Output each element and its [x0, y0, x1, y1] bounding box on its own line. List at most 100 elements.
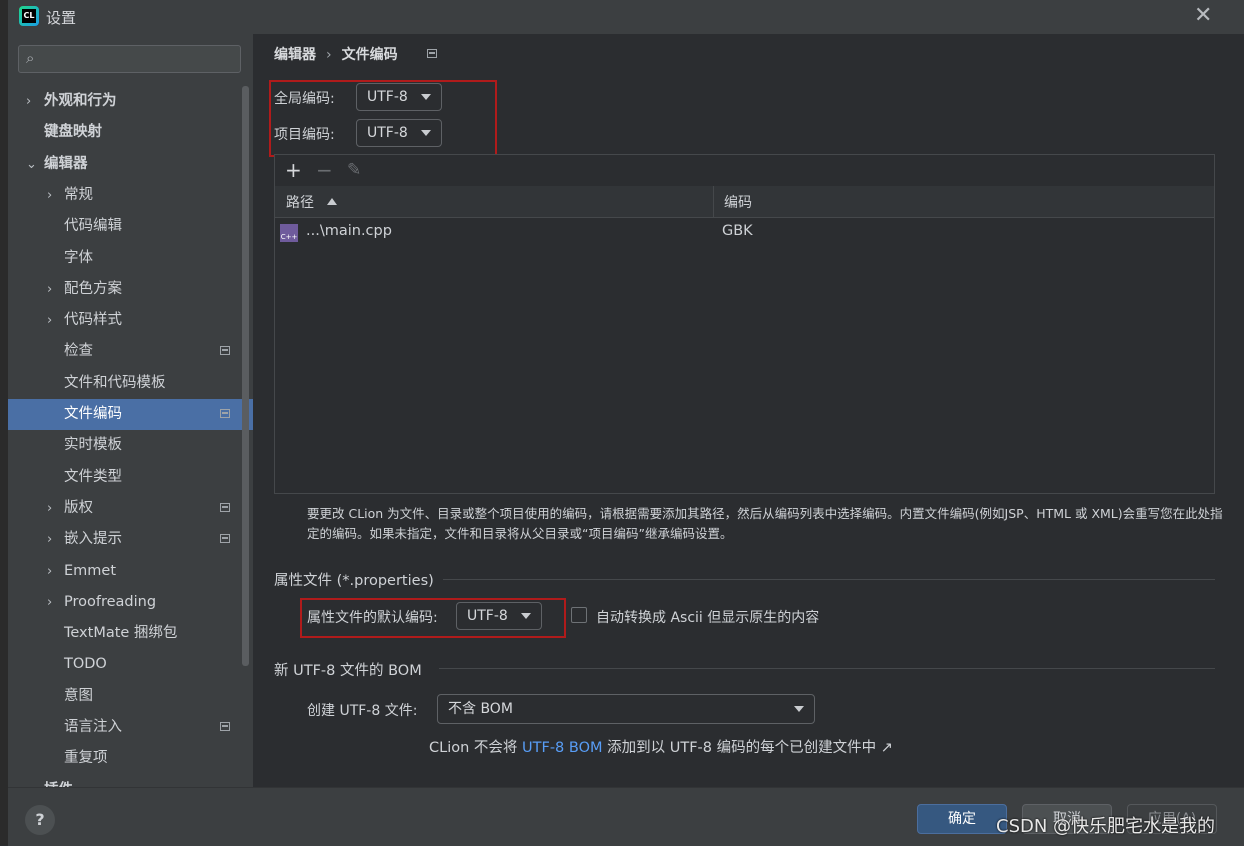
highlight-box — [300, 598, 566, 638]
encoding-description: 要更改 CLion 为文件、目录或整个项目使用的编码，请根据需要添加其路径，然后… — [307, 506, 1223, 541]
bom-note-text-end: 添加到以 UTF-8 编码的每个已创建文件中 ↗ — [602, 740, 893, 756]
sidebar-item[interactable]: › Emmet — [8, 556, 253, 587]
sidebar-item[interactable]: 文件编码 — [8, 399, 253, 430]
sidebar-item[interactable]: › 配色方案 — [8, 274, 253, 305]
sidebar-item[interactable]: ⌄ 编辑器 — [8, 149, 253, 180]
sidebar-item-label: 键盘映射 — [44, 124, 102, 141]
chevron-right-icon[interactable]: › — [26, 86, 31, 117]
sidebar-item[interactable]: 重复项 — [8, 743, 253, 774]
ascii-convert-checkbox[interactable] — [571, 607, 587, 623]
file-encoding-panel: 编辑器 › 文件编码 全局编码: UTF-8 项目编码: UTF-8 + − ✎ 路… — [253, 34, 1244, 787]
highlight-box — [269, 80, 497, 157]
utf8-bom-link[interactable]: UTF-8 BOM — [522, 740, 603, 756]
ascii-convert-label[interactable]: 自动转换成 Ascii 但显示原生的内容 — [596, 607, 819, 627]
sidebar-item-label: 实时模板 — [64, 437, 122, 454]
bom-select[interactable]: 不含 BOM — [437, 694, 815, 724]
close-icon[interactable]: ✕ — [1194, 3, 1212, 28]
chevron-right-icon[interactable]: › — [47, 524, 52, 555]
ok-button[interactable]: 确定 — [917, 804, 1007, 834]
watermark: CSDN @快乐肥宅水是我的 — [996, 816, 1216, 837]
sidebar-item[interactable]: 插件 — [8, 775, 253, 787]
sidebar-item-label: 外观和行为 — [44, 93, 117, 109]
sidebar-item-label: Proofreading — [64, 593, 157, 610]
bom-section-title: 新 UTF-8 文件的 BOM — [274, 663, 422, 679]
sidebar-item-label: 常规 — [64, 186, 93, 203]
sidebar-item-label: 版权 — [64, 499, 93, 516]
sidebar-item[interactable]: › 版权 — [8, 493, 253, 524]
sidebar-item-label: 嵌入提示 — [64, 531, 122, 548]
column-path[interactable]: 路径 — [286, 192, 314, 212]
sidebar-item-label: 检查 — [64, 343, 93, 360]
sidebar-item[interactable]: 实时模板 — [8, 430, 253, 461]
sidebar-item-label: 重复项 — [64, 750, 108, 767]
settings-dialog: CL 设置 ✕ ⌕ › 外观和行为键盘映射 ⌄ 编辑器 › 常规代码编辑字体 › 配色方案 › 代… — [8, 0, 1244, 846]
project-scope-icon — [220, 502, 230, 512]
sort-ascending-icon — [327, 198, 337, 205]
sidebar-item-label: 字体 — [64, 249, 93, 266]
sidebar-item[interactable]: TODO — [8, 649, 253, 680]
chevron-right-icon[interactable]: › — [47, 274, 52, 305]
sidebar-item[interactable]: 语言注入 — [8, 712, 253, 743]
column-divider[interactable] — [713, 186, 714, 217]
background-editor-edge — [0, 0, 8, 845]
sidebar-item-label: 文件编码 — [64, 406, 122, 422]
sidebar-item[interactable]: › 常规 — [8, 180, 253, 211]
chevron-right-icon[interactable]: › — [47, 587, 52, 618]
chevron-right-icon[interactable]: › — [47, 180, 52, 211]
chevron-right-icon[interactable]: › — [47, 493, 52, 524]
row-path: ...\main.cpp — [306, 223, 392, 239]
sidebar-item[interactable]: 文件和代码模板 — [8, 368, 253, 399]
sidebar-item-label: 文件类型 — [64, 468, 122, 485]
sidebar-item-label: 语言注入 — [64, 719, 122, 735]
breadcrumb-editor[interactable]: 编辑器 — [274, 47, 316, 63]
project-scope-icon — [220, 409, 230, 418]
create-utf8-label: 创建 UTF-8 文件: — [307, 703, 418, 719]
sidebar-item-label: 编辑器 — [44, 155, 88, 172]
chevron-right-icon[interactable]: › — [47, 305, 52, 336]
sidebar-item-label: 配色方案 — [64, 280, 122, 297]
sidebar-item[interactable]: › 外观和行为 — [8, 86, 253, 117]
chevron-down-icon[interactable]: ⌄ — [26, 149, 37, 180]
sidebar-item[interactable]: 代码编辑 — [8, 211, 253, 242]
chevron-down-icon — [794, 706, 804, 712]
dialog-title: 设置 — [46, 9, 77, 27]
sidebar-item[interactable]: › 代码样式 — [8, 305, 253, 336]
edit-icon[interactable]: ✎ — [347, 160, 361, 180]
sidebar-item[interactable]: TextMate 捆绑包 — [8, 618, 253, 649]
chevron-right-icon[interactable]: › — [47, 556, 52, 587]
project-scope-icon — [220, 534, 230, 544]
breadcrumb-separator: › — [326, 47, 332, 63]
sidebar-item[interactable]: › Proofreading — [8, 587, 253, 618]
sidebar-item[interactable]: 文件类型 — [8, 462, 253, 493]
section-divider — [439, 668, 1215, 669]
sidebar-item[interactable]: 意图 — [8, 681, 253, 712]
remove-icon[interactable]: − — [316, 158, 333, 182]
breadcrumb: 编辑器 › 文件编码 — [274, 44, 398, 64]
settings-sidebar: ⌕ › 外观和行为键盘映射 ⌄ 编辑器 › 常规代码编辑字体 › 配色方案 › 代码样式检查文件和… — [8, 34, 253, 787]
project-scope-icon — [220, 346, 230, 356]
help-button[interactable]: ? — [25, 805, 55, 835]
properties-section-title: 属性文件 (*.properties) — [274, 573, 434, 589]
title-bar: CL 设置 ✕ — [8, 0, 1244, 34]
add-icon[interactable]: + — [285, 158, 302, 182]
table-toolbar: + − ✎ — [275, 155, 1214, 187]
sidebar-item[interactable]: › 嵌入提示 — [8, 524, 253, 555]
sidebar-item[interactable]: 键盘映射 — [8, 117, 253, 148]
search-input[interactable]: ⌕ — [18, 45, 241, 73]
sidebar-item-label: TextMate 捆绑包 — [64, 625, 178, 642]
bom-note-text: CLion 不会将 — [429, 740, 523, 756]
bom-note: CLion 不会将 UTF-8 BOM 添加到以 UTF-8 编码的每个已创建文… — [429, 736, 893, 757]
clion-app-icon: CL — [19, 6, 39, 26]
project-scope-icon — [427, 49, 437, 58]
row-encoding[interactable]: GBK — [722, 223, 753, 239]
sidebar-item[interactable]: 字体 — [8, 243, 253, 274]
sidebar-item[interactable]: 检查 — [8, 336, 253, 367]
cpp-file-icon: C++ — [280, 224, 298, 242]
sidebar-scrollbar[interactable] — [242, 86, 249, 666]
sidebar-item-label: TODO — [64, 656, 107, 673]
table-row[interactable]: C++ ...\main.cpp GBK — [275, 218, 1214, 248]
table-header: 路径 编码 — [275, 186, 1214, 218]
sidebar-item-label: 代码样式 — [64, 312, 122, 329]
column-encoding[interactable]: 编码 — [724, 192, 752, 212]
search-icon: ⌕ — [26, 49, 35, 67]
